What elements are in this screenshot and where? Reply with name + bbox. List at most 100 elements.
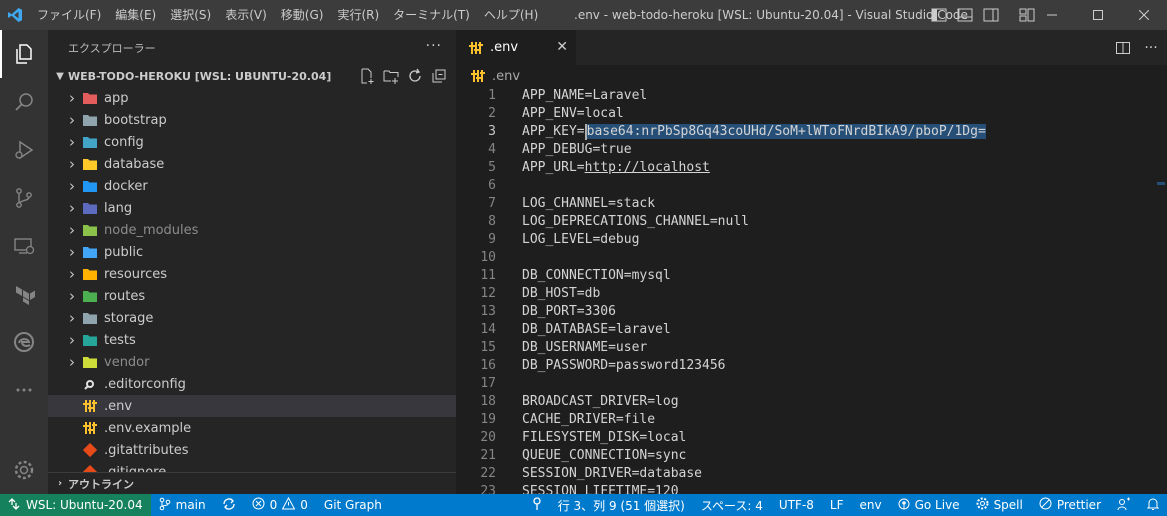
code-line: 12 DB_HOST=db <box>456 285 1167 303</box>
new-folder-icon[interactable] <box>382 67 400 85</box>
line-number: 15 <box>480 340 496 355</box>
menu-item[interactable]: 編集(E) <box>108 0 163 30</box>
line-content: APP_DEBUG=true <box>522 141 632 159</box>
tree-file-gitattributes[interactable]: .gitattributes <box>48 439 456 461</box>
close-tab-icon[interactable]: ✕ <box>556 39 568 55</box>
code-line: 5 APP_URL=http://localhost <box>456 159 1167 177</box>
menu-item[interactable]: ヘルプ(H) <box>477 0 545 30</box>
explorer-header: エクスプローラー ··· <box>48 30 456 65</box>
remote-explorer-icon[interactable] <box>0 222 48 270</box>
indentation[interactable]: スペース: 4 <box>693 494 771 516</box>
language-mode[interactable]: env <box>852 494 890 516</box>
collapse-all-icon[interactable] <box>430 67 448 85</box>
toggle-panel-icon[interactable] <box>956 6 974 24</box>
tree-folder-config[interactable]: › config <box>48 131 456 153</box>
line-text: SESSION_LIFETIME=120 <box>522 484 679 494</box>
tree-folder-app[interactable]: › app <box>48 87 456 109</box>
vscode-logo-icon <box>0 0 30 30</box>
tree-item-label: tests <box>104 332 136 348</box>
menu-item[interactable]: 選択(S) <box>163 0 218 30</box>
feedback-button[interactable] <box>1109 494 1139 516</box>
remote-indicator[interactable]: WSL: Ubuntu-20.04 <box>0 494 151 516</box>
go-live-button[interactable]: Go Live <box>890 494 968 516</box>
line-number: 19 <box>480 412 496 427</box>
code-editor[interactable]: 1 APP_NAME=Laravel 2 APP_ENV=local 3 APP_KEY=… <box>456 87 1167 494</box>
tree-folder-docker[interactable]: › docker <box>48 175 456 197</box>
tree-folder-resources[interactable]: › resources <box>48 263 456 285</box>
refresh-icon[interactable] <box>406 67 424 85</box>
git-graph-button[interactable]: Git Graph <box>316 494 390 516</box>
tree-folder-storage[interactable]: › storage <box>48 307 456 329</box>
breadcrumb[interactable]: .env <box>456 65 1167 87</box>
new-file-icon[interactable] <box>358 67 376 85</box>
minimize-icon[interactable] <box>1029 0 1075 30</box>
tree-folder-vendor[interactable]: › vendor <box>48 351 456 373</box>
source-control-icon[interactable] <box>0 174 48 222</box>
menu-item[interactable]: ファイル(F) <box>30 0 108 30</box>
terraform-icon[interactable] <box>0 270 48 318</box>
status-bar-right: 行 3、列 9 (51 個選択) スペース: 4 UTF-8 LF env Go… <box>524 494 1167 516</box>
maximize-icon[interactable] <box>1075 0 1121 30</box>
notifications-button[interactable] <box>1139 494 1167 516</box>
more-views-icon[interactable] <box>0 366 48 414</box>
title-bar: ファイル(F) 編集(E) 選択(S) 表示(V) 移動(G) 実行(R) ターミナル(T)… <box>0 0 1167 30</box>
url-link[interactable]: http://localhost <box>585 160 710 175</box>
outline-section[interactable]: › アウトライン <box>48 472 456 494</box>
tab-env[interactable]: .env ✕ <box>456 30 576 65</box>
menu-item[interactable]: 移動(G) <box>274 0 331 30</box>
chevron-right-icon: › <box>69 111 75 129</box>
tree-folder-lang[interactable]: › lang <box>48 197 456 219</box>
explorer-actions <box>358 67 448 85</box>
tree-item-label: .env.example <box>104 420 192 436</box>
encoding[interactable]: UTF-8 <box>771 494 822 516</box>
manage-gear-icon[interactable] <box>0 446 48 494</box>
run-debug-icon[interactable] <box>0 126 48 174</box>
tree-file-editorconfig[interactable]: .editorconfig <box>48 373 456 395</box>
toggle-sidebar-icon[interactable] <box>930 6 948 24</box>
line-number: 20 <box>480 430 496 445</box>
spell-button[interactable]: Spell <box>968 494 1031 516</box>
tree-item-label: resources <box>104 266 168 282</box>
menu-item[interactable]: 表示(V) <box>218 0 274 30</box>
chevron-right-icon: › <box>69 331 75 349</box>
prettier-button[interactable]: Prettier <box>1031 494 1109 516</box>
close-window-icon[interactable] <box>1121 0 1167 30</box>
tree-file-envexample[interactable]: .env.example <box>48 417 456 439</box>
cursor-position[interactable]: 行 3、列 9 (51 個選択) <box>550 494 693 516</box>
toggle-secondary-sidebar-icon[interactable] <box>982 6 1000 24</box>
problems-indicator[interactable]: 0 0 <box>244 494 316 516</box>
spell-label: Spell <box>993 498 1023 512</box>
code-line: 18 BROADCAST_DRIVER=log <box>456 393 1167 411</box>
code-line: 15 DB_USERNAME=user <box>456 339 1167 357</box>
search-icon[interactable] <box>0 78 48 126</box>
tree-folder-tests[interactable]: › tests <box>48 329 456 351</box>
tree-folder-routes[interactable]: › routes <box>48 285 456 307</box>
line-text: DB_PORT=3306 <box>522 304 616 319</box>
tree-folder-public[interactable]: › public <box>48 241 456 263</box>
location-pin[interactable] <box>524 494 550 516</box>
tree-item-label: docker <box>104 178 148 194</box>
tree-folder-nodemodules[interactable]: › node_modules <box>48 219 456 241</box>
menu-item[interactable]: 実行(R) <box>330 0 386 30</box>
line-content: DB_USERNAME=user <box>522 339 647 357</box>
branch-indicator[interactable]: main <box>151 494 214 516</box>
sync-icon <box>222 497 236 514</box>
line-text: DB_HOST=db <box>522 286 601 301</box>
tree-item-label: routes <box>104 288 146 304</box>
tree-file-env[interactable]: .env <box>48 395 456 417</box>
sync-button[interactable] <box>214 494 244 516</box>
editor-scrollbar[interactable] <box>1153 87 1167 494</box>
explorer-icon[interactable] <box>0 30 48 78</box>
code-line: 2 APP_ENV=local <box>456 105 1167 123</box>
edge-devtools-icon[interactable] <box>0 318 48 366</box>
tree-folder-database[interactable]: › database <box>48 153 456 175</box>
line-number: 10 <box>480 250 496 265</box>
more-actions-icon[interactable]: ··· <box>426 38 442 54</box>
explorer-title: エクスプローラー <box>68 41 156 55</box>
tree-folder-bootstrap[interactable]: › bootstrap <box>48 109 456 131</box>
menu-item[interactable]: ターミナル(T) <box>386 0 477 30</box>
end-of-line[interactable]: LF <box>822 494 852 516</box>
editor-more-icon[interactable]: ··· <box>1141 38 1161 58</box>
split-editor-icon[interactable] <box>1113 38 1133 58</box>
workspace-root[interactable]: ▼ WEB-TODO-HEROKU [WSL: UBUNTU-20.04] <box>48 65 456 87</box>
